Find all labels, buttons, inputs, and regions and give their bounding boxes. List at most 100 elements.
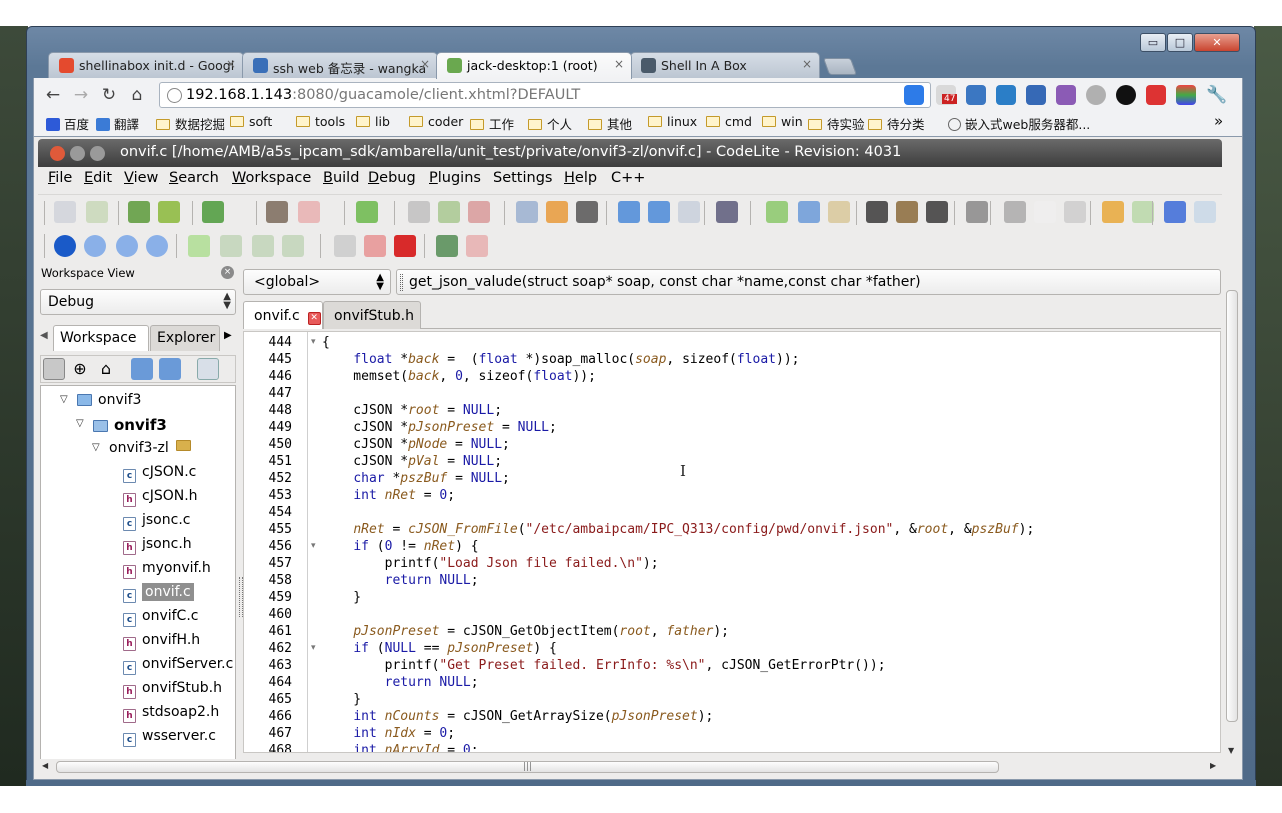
scroll-right-icon[interactable]: ▶ [1210, 761, 1216, 770]
binoculars-icon[interactable] [576, 201, 598, 223]
expand-arrow-icon[interactable]: ▽ [92, 442, 100, 453]
extension-x-icon[interactable] [996, 85, 1016, 105]
redo-icon[interactable] [1132, 201, 1154, 223]
breakpoint-icon[interactable] [334, 235, 356, 257]
browser-tab[interactable]: shellinabox init.d - Googl × [48, 52, 244, 78]
bookmark-add-icon[interactable] [648, 201, 670, 223]
debug-run-icon[interactable] [436, 235, 458, 257]
bookmark-item[interactable]: 百度 [46, 114, 89, 133]
run-icon[interactable] [356, 201, 378, 223]
tree-item-h[interactable]: h onvifStub.h [123, 680, 222, 702]
horizontal-scroll-thumb[interactable]: ||| [56, 761, 999, 773]
bookmark-item[interactable]: tools [296, 114, 345, 129]
save-icon[interactable] [866, 201, 888, 223]
stop-icon[interactable] [298, 201, 320, 223]
fold-marker-icon[interactable]: ▾ [311, 538, 320, 555]
menu-item[interactable]: Search [169, 170, 219, 186]
bookmark-item[interactable]: 待实验 [808, 114, 865, 133]
tree-item-h[interactable]: h stdsoap2.h [123, 704, 219, 726]
tree-item-fold[interactable]: ▽ onvif3-zl [92, 440, 191, 462]
bookmark-item[interactable]: 工作 [470, 114, 514, 133]
code-editor[interactable]: 444 445 446 447 448 449 450 451 452 453 454 455 456 4… [243, 331, 1221, 753]
expand-arrow-icon[interactable]: ▽ [76, 418, 84, 429]
menu-item[interactable]: Edit [84, 170, 112, 186]
tree-item-proj[interactable]: ▽ onvif3 [76, 416, 167, 438]
close-window-button[interactable]: ✕ [1194, 33, 1240, 52]
maximize-button[interactable]: □ [1167, 33, 1193, 52]
extension-a-icon[interactable] [1116, 85, 1136, 105]
replace-icon[interactable] [546, 201, 568, 223]
vertical-scroll-thumb[interactable] [1226, 290, 1238, 722]
browser-tab[interactable]: jack-desktop:1 (root) × [436, 52, 632, 79]
close-tab-icon[interactable]: × [420, 57, 430, 71]
extension-d-icon[interactable] [904, 85, 924, 105]
menu-item[interactable]: Build [323, 170, 359, 186]
menu-item[interactable]: Plugins [429, 170, 481, 186]
plugins-icon[interactable] [202, 201, 224, 223]
step-in-icon[interactable] [220, 235, 242, 257]
debug-restart-icon[interactable] [146, 235, 168, 257]
scroll-down-icon[interactable]: ▼ [1228, 746, 1234, 755]
step-over-icon[interactable] [188, 235, 210, 257]
fx-next-icon[interactable] [468, 201, 490, 223]
undo-icon[interactable] [1102, 201, 1124, 223]
collapse-icon[interactable] [197, 358, 219, 380]
tab-scroll-left-icon[interactable]: ◀ [40, 330, 48, 341]
save-all-files-icon[interactable] [926, 201, 948, 223]
menu-item[interactable]: Settings [493, 170, 552, 186]
address-bar[interactable]: 192.168.1.143:8080/guacamole/client.xhtm… [159, 82, 931, 108]
tree-item-h[interactable]: h onvifH.h [123, 632, 200, 654]
tree-item-h[interactable]: h myonvif.h [123, 560, 211, 582]
bookmarks-overflow-icon[interactable]: » [1214, 112, 1223, 130]
tab-onvif-c[interactable]: onvif.c ✕ [243, 301, 323, 329]
menu-item[interactable]: Workspace [232, 170, 311, 186]
extension-calendar-icon[interactable] [1056, 85, 1076, 105]
bookmark-list-icon[interactable] [678, 201, 700, 223]
step-out-icon[interactable] [252, 235, 274, 257]
bookmark-item[interactable]: soft [230, 114, 272, 129]
bookmark-icon[interactable] [618, 201, 640, 223]
bookmark-item[interactable]: win [762, 114, 803, 129]
debug-start-icon[interactable] [54, 235, 76, 257]
menu-item[interactable]: Debug [368, 170, 416, 186]
build-icon[interactable] [128, 201, 150, 223]
tree-item-c[interactable]: c onvifServer.c [123, 656, 233, 678]
search-icon[interactable] [516, 201, 538, 223]
new-tab-button[interactable] [822, 58, 858, 75]
save-as-icon[interactable] [896, 201, 918, 223]
hammer-icon[interactable] [266, 201, 288, 223]
reload-icon[interactable]: ↻ [98, 84, 120, 106]
extension-sync-icon[interactable] [1086, 85, 1106, 105]
tab-explorer[interactable]: Explorer [150, 325, 220, 351]
home-icon[interactable]: ⌂ [126, 84, 148, 106]
debug-pause-icon[interactable] [116, 235, 138, 257]
bookmark-item[interactable]: 待分类 [868, 114, 925, 133]
remove-breakpoint-icon[interactable] [364, 235, 386, 257]
step-return-icon[interactable] [282, 235, 304, 257]
browser-tab[interactable]: ssh web 备忘录 - wangka × [242, 52, 438, 78]
close-icon[interactable] [50, 146, 65, 161]
close-icon[interactable]: × [221, 266, 234, 279]
bookmark-item[interactable]: linux [648, 114, 697, 129]
close-tab-icon[interactable]: ✕ [307, 312, 321, 325]
project-menu-icon[interactable] [159, 358, 181, 380]
delete-icon[interactable] [394, 235, 416, 257]
bookmark-item[interactable]: 嵌入式web服务器都... [948, 114, 1090, 133]
bookmark-item[interactable]: lib [356, 114, 390, 129]
new-document-icon[interactable] [766, 201, 788, 223]
tree-item-h[interactable]: h cJSON.h [123, 488, 198, 510]
wrench-icon[interactable]: 🔧 [1206, 85, 1227, 105]
save-all-icon[interactable] [86, 201, 108, 223]
tree-item-c[interactable]: c jsonc.c [123, 512, 190, 534]
fold-marker-icon[interactable]: ▾ [311, 640, 320, 657]
close-document-icon[interactable] [966, 201, 988, 223]
browser-tab[interactable]: Shell In A Box × [630, 52, 820, 78]
tree-item-c[interactable]: c onvifC.c [123, 608, 198, 630]
bookmark-item[interactable]: cmd [706, 114, 752, 129]
extension-colors-icon[interactable] [1176, 85, 1196, 105]
scroll-left-icon[interactable]: ◀ [42, 761, 48, 770]
highlight-icon[interactable] [716, 201, 738, 223]
fx-find-icon[interactable] [438, 201, 460, 223]
add-icon[interactable]: ⊕ [69, 358, 91, 380]
close-tab-icon[interactable]: × [226, 57, 236, 71]
